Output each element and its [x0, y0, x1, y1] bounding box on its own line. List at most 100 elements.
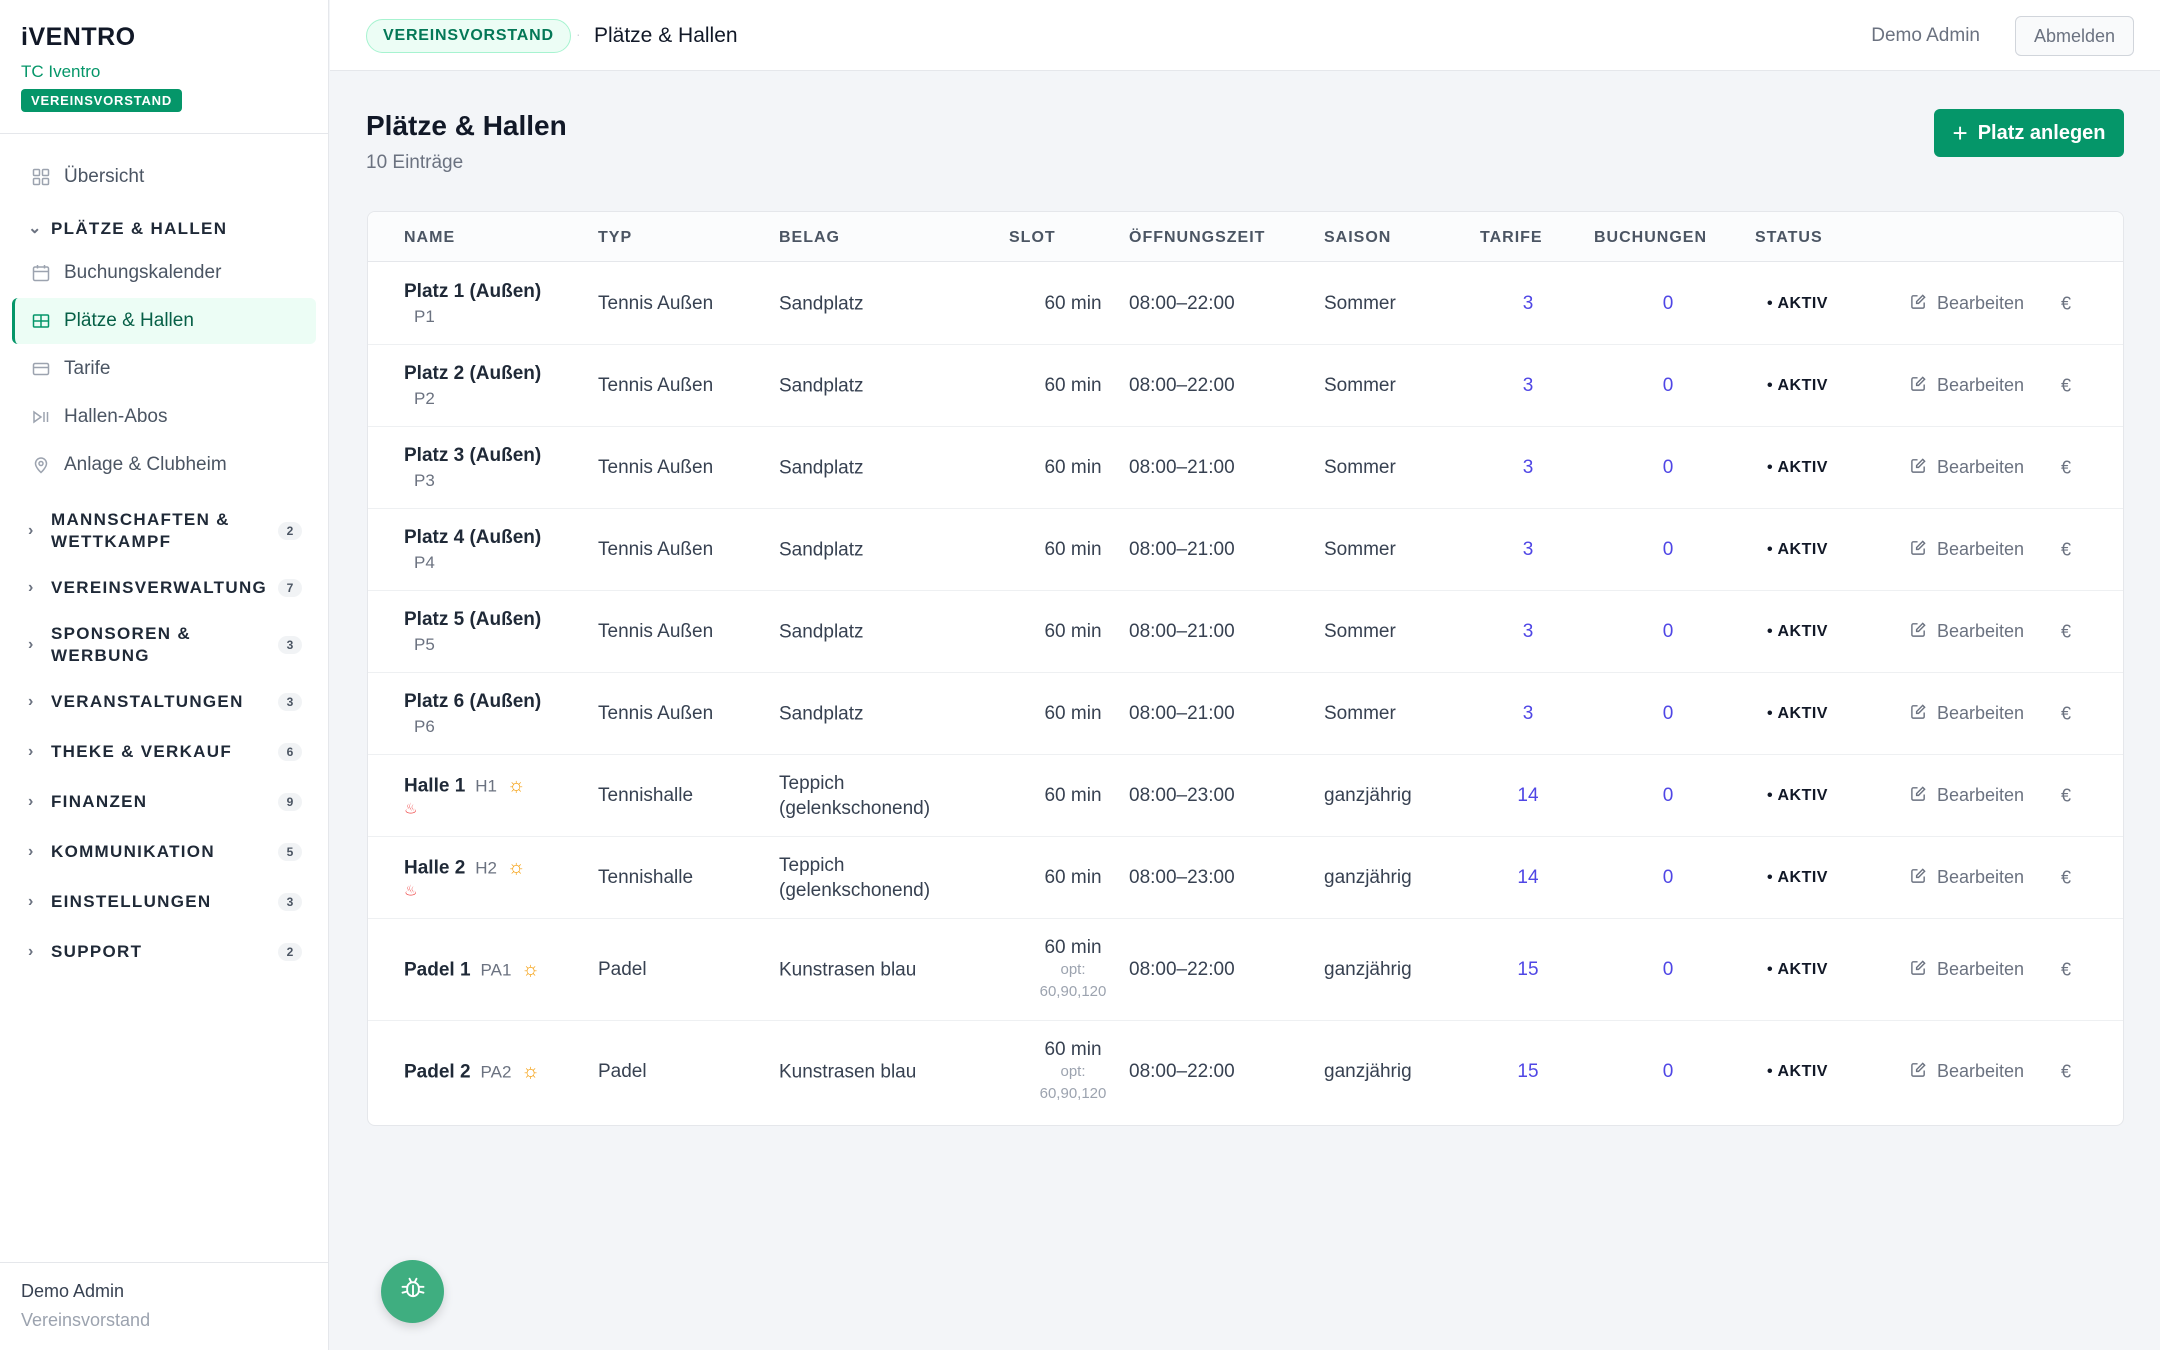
edit-icon [1910, 293, 1927, 315]
table-row[interactable]: Platz 1 (Außen) P1 Tennis Außen Sandplatz… [368, 263, 2123, 345]
cell-season: Sommer [1324, 456, 1396, 478]
bookings-link[interactable]: 0 [1618, 959, 1718, 981]
pricing-button[interactable]: € [2061, 621, 2071, 642]
pricing-button[interactable]: € [2061, 703, 2071, 724]
table-row[interactable]: Platz 6 (Außen) P6 Tennis Außen Sandplatz… [368, 673, 2123, 755]
sidebar-group-kommunikation[interactable]: › KOMMUNIKATION 5 [12, 828, 316, 876]
bug-report-button[interactable] [381, 1260, 444, 1323]
table-row[interactable]: Padel 1 PA1 ☼ Padel Kunstrasen blau 60 min… [368, 919, 2123, 1021]
sidebar-group-veranstaltungen[interactable]: › VERANSTALTUNGEN 3 [12, 678, 316, 726]
bookings-link[interactable]: 0 [1618, 703, 1718, 725]
edit-button[interactable]: Bearbeiten [1910, 293, 2024, 315]
col-typ[interactable]: TYP [598, 229, 632, 247]
col-open[interactable]: ÖFFNUNGSZEIT [1129, 229, 1265, 247]
pricing-button[interactable]: € [2061, 457, 2071, 478]
bookings-link[interactable]: 0 [1618, 293, 1718, 315]
user-name[interactable]: Demo Admin [1871, 25, 1980, 47]
bookings-link[interactable]: 0 [1618, 1061, 1718, 1083]
sidebar-group-einstellungen[interactable]: › EINSTELLUNGEN 3 [12, 878, 316, 926]
tarife-link[interactable]: 14 [1478, 867, 1578, 889]
col-buchungen[interactable]: BUCHUNGEN [1594, 229, 1707, 247]
col-season[interactable]: SAISON [1324, 229, 1391, 247]
chevron-right-icon: › [28, 743, 35, 760]
pricing-button[interactable]: € [2061, 959, 2071, 980]
sidebar-item-hallen-abos[interactable]: Hallen-Abos [12, 394, 316, 440]
sidebar-group-vereinsverwaltung[interactable]: › VEREINSVERWALTUNG 7 [12, 564, 316, 612]
edit-button[interactable]: Bearbeiten [1910, 375, 2024, 397]
sidebar-group-mannschaften[interactable]: › MANNSCHAFTEN & WETTKAMPF 2 [12, 500, 316, 562]
sidebar-group-label: MANNSCHAFTEN & WETTKAMPF [51, 510, 230, 551]
table-row[interactable]: Halle 1 H1 ☼ ♨ Tennishalle Teppich (gelenksc… [368, 755, 2123, 837]
tarife-link[interactable]: 14 [1478, 785, 1578, 807]
tarife-link[interactable]: 3 [1478, 375, 1578, 397]
edit-button[interactable]: Bearbeiten [1910, 539, 2024, 561]
pricing-button[interactable]: € [2061, 375, 2071, 396]
count-badge: 7 [278, 579, 302, 597]
table-row[interactable]: Halle 2 H2 ☼ ♨ Tennishalle Teppich (gelenksc… [368, 837, 2123, 919]
edit-button[interactable]: Bearbeiten [1910, 457, 2024, 479]
entry-count: 10 Einträge [366, 152, 464, 173]
edit-button[interactable]: Bearbeiten [1910, 1061, 2024, 1083]
sidebar-item-buchungskalender[interactable]: Buchungskalender [12, 250, 316, 296]
pricing-button[interactable]: € [2061, 539, 2071, 560]
tarife-link[interactable]: 3 [1478, 539, 1578, 561]
pricing-button[interactable]: € [2061, 1061, 2071, 1082]
sidebar-group-plaetze-hallen[interactable]: ⌄ PLÄTZE & HALLEN [12, 210, 316, 248]
tarife-link[interactable]: 3 [1478, 457, 1578, 479]
tarife-link[interactable]: 3 [1478, 621, 1578, 643]
court-name[interactable]: Padel 1 [404, 959, 471, 980]
table-row[interactable]: Platz 4 (Außen) P4 Tennis Außen Sandplatz… [368, 509, 2123, 591]
bookings-link[interactable]: 0 [1618, 621, 1718, 643]
edit-button[interactable]: Bearbeiten [1910, 785, 2024, 807]
edit-button[interactable]: Bearbeiten [1910, 621, 2024, 643]
court-name[interactable]: Halle 2 [404, 857, 465, 878]
pricing-button[interactable]: € [2061, 293, 2071, 314]
bookings-link[interactable]: 0 [1618, 867, 1718, 889]
col-status[interactable]: STATUS [1755, 229, 1823, 247]
court-code: PA2 [480, 1062, 512, 1081]
court-name[interactable]: Platz 1 (Außen) [404, 281, 541, 302]
sidebar-item-overview[interactable]: Übersicht [12, 154, 316, 200]
court-name[interactable]: Padel 2 [404, 1061, 471, 1082]
court-name[interactable]: Platz 2 (Außen) [404, 363, 541, 384]
add-court-button[interactable]: + Platz anlegen [1934, 109, 2124, 157]
table-row[interactable]: Platz 3 (Außen) P3 Tennis Außen Sandplatz… [368, 427, 2123, 509]
court-name[interactable]: Platz 4 (Außen) [404, 527, 541, 548]
tarife-link[interactable]: 15 [1478, 959, 1578, 981]
bookings-link[interactable]: 0 [1618, 375, 1718, 397]
sidebar-item-plaetze-hallen[interactable]: Plätze & Hallen [12, 298, 316, 344]
col-belag[interactable]: BELAG [779, 229, 840, 247]
col-tarife[interactable]: TARIFE [1480, 229, 1543, 247]
col-slot[interactable]: SLOT [1009, 229, 1056, 247]
pricing-button[interactable]: € [2061, 785, 2071, 806]
logout-button[interactable]: Abmelden [2015, 16, 2134, 56]
sidebar-group-support[interactable]: › SUPPORT 2 [12, 928, 316, 976]
brand-logo[interactable]: iVENTRO [21, 22, 307, 52]
table-row[interactable]: Platz 5 (Außen) P5 Tennis Außen Sandplatz… [368, 591, 2123, 673]
tarife-link[interactable]: 15 [1478, 1061, 1578, 1083]
table-row[interactable]: Padel 2 PA2 ☼ Padel Kunstrasen blau 60 min… [368, 1021, 2123, 1122]
bookings-link[interactable]: 0 [1618, 539, 1718, 561]
pricing-button[interactable]: € [2061, 867, 2071, 888]
edit-button[interactable]: Bearbeiten [1910, 959, 2024, 981]
court-name[interactable]: Platz 6 (Außen) [404, 691, 541, 712]
court-name[interactable]: Halle 1 [404, 775, 465, 796]
bookings-link[interactable]: 0 [1618, 785, 1718, 807]
table-row[interactable]: Platz 2 (Außen) P2 Tennis Außen Sandplatz… [368, 345, 2123, 427]
sidebar-group-label: KOMMUNIKATION [51, 842, 215, 861]
cell-typ: Tennis Außen [598, 538, 714, 560]
sidebar-footer: Demo Admin Vereinsvorstand [0, 1262, 328, 1350]
edit-button[interactable]: Bearbeiten [1910, 867, 2024, 889]
sidebar-item-anlage-clubheim[interactable]: Anlage & Clubheim [12, 442, 316, 488]
court-name[interactable]: Platz 5 (Außen) [404, 609, 541, 630]
sidebar-group-theke[interactable]: › THEKE & VERKAUF 6 [12, 728, 316, 776]
sidebar-item-tarife[interactable]: Tarife [12, 346, 316, 392]
col-name[interactable]: NAME [404, 229, 455, 247]
sidebar-group-finanzen[interactable]: › FINANZEN 9 [12, 778, 316, 826]
tarife-link[interactable]: 3 [1478, 293, 1578, 315]
edit-button[interactable]: Bearbeiten [1910, 703, 2024, 725]
sidebar-group-sponsoren[interactable]: › SPONSOREN & WERBUNG 3 [12, 614, 316, 676]
tarife-link[interactable]: 3 [1478, 703, 1578, 725]
bookings-link[interactable]: 0 [1618, 457, 1718, 479]
court-name[interactable]: Platz 3 (Außen) [404, 445, 541, 466]
